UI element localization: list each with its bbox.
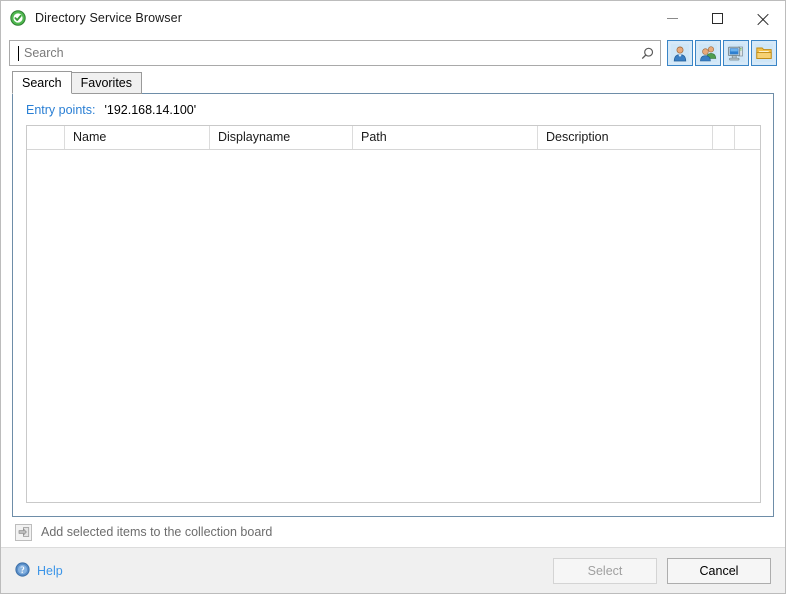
search-input[interactable] xyxy=(24,43,634,63)
entry-points-value: '192.168.14.100' xyxy=(104,103,196,117)
find-computer-button[interactable] xyxy=(723,40,749,66)
column-header-extra-1[interactable] xyxy=(713,126,735,149)
directory-service-browser-window: Directory Service Browser xyxy=(0,0,786,594)
footer-bar: ? Help Select Cancel xyxy=(1,547,785,593)
green-check-circle-icon xyxy=(10,10,26,26)
help-question-icon: ? xyxy=(15,562,30,580)
svg-text:?: ? xyxy=(20,565,25,575)
results-list[interactable]: Name Displayname Path Description xyxy=(26,125,761,503)
column-header-icon[interactable] xyxy=(27,126,65,149)
column-header-displayname[interactable]: Displayname xyxy=(210,126,353,149)
collection-board-row: Add selected items to the collection boa… xyxy=(1,517,785,547)
search-tab-panel: Entry points: '192.168.14.100' Name Disp… xyxy=(12,93,774,517)
maximize-button[interactable] xyxy=(695,1,740,35)
minimize-button[interactable] xyxy=(650,1,695,35)
maximize-icon xyxy=(712,13,723,24)
add-to-collection-board-label: Add selected items to the collection boa… xyxy=(41,525,272,539)
help-link[interactable]: ? Help xyxy=(15,562,63,580)
close-button[interactable] xyxy=(740,1,785,35)
entry-points-link[interactable]: Entry points: xyxy=(26,103,95,117)
column-header-description[interactable]: Description xyxy=(538,126,713,149)
search-toolbar xyxy=(1,35,785,71)
tab-strip: Search Favorites xyxy=(12,71,774,94)
help-label: Help xyxy=(37,564,63,578)
title-bar: Directory Service Browser xyxy=(1,1,785,35)
search-box[interactable] xyxy=(9,40,661,66)
select-button[interactable]: Select xyxy=(553,558,657,584)
cancel-button[interactable]: Cancel xyxy=(667,558,771,584)
text-caret xyxy=(18,46,19,61)
results-list-body[interactable] xyxy=(27,150,760,502)
column-header-extra-2[interactable] xyxy=(735,126,757,149)
tab-favorites[interactable]: Favorites xyxy=(71,72,142,94)
find-user-button[interactable] xyxy=(667,40,693,66)
tabs-area: Search Favorites Entry points: '192.168.… xyxy=(1,71,785,517)
window-title: Directory Service Browser xyxy=(35,11,182,25)
find-group-button[interactable] xyxy=(695,40,721,66)
find-container-button[interactable] xyxy=(751,40,777,66)
results-list-header: Name Displayname Path Description xyxy=(27,126,760,150)
entry-points-row: Entry points: '192.168.14.100' xyxy=(13,94,773,125)
tab-search[interactable]: Search xyxy=(12,71,72,94)
search-magnifier-icon[interactable] xyxy=(634,41,660,65)
column-header-path[interactable]: Path xyxy=(353,126,538,149)
add-to-collection-board-button[interactable] xyxy=(15,524,32,541)
close-icon xyxy=(756,12,769,25)
minimize-icon xyxy=(667,18,678,19)
column-header-name[interactable]: Name xyxy=(65,126,210,149)
window-controls xyxy=(650,1,785,35)
